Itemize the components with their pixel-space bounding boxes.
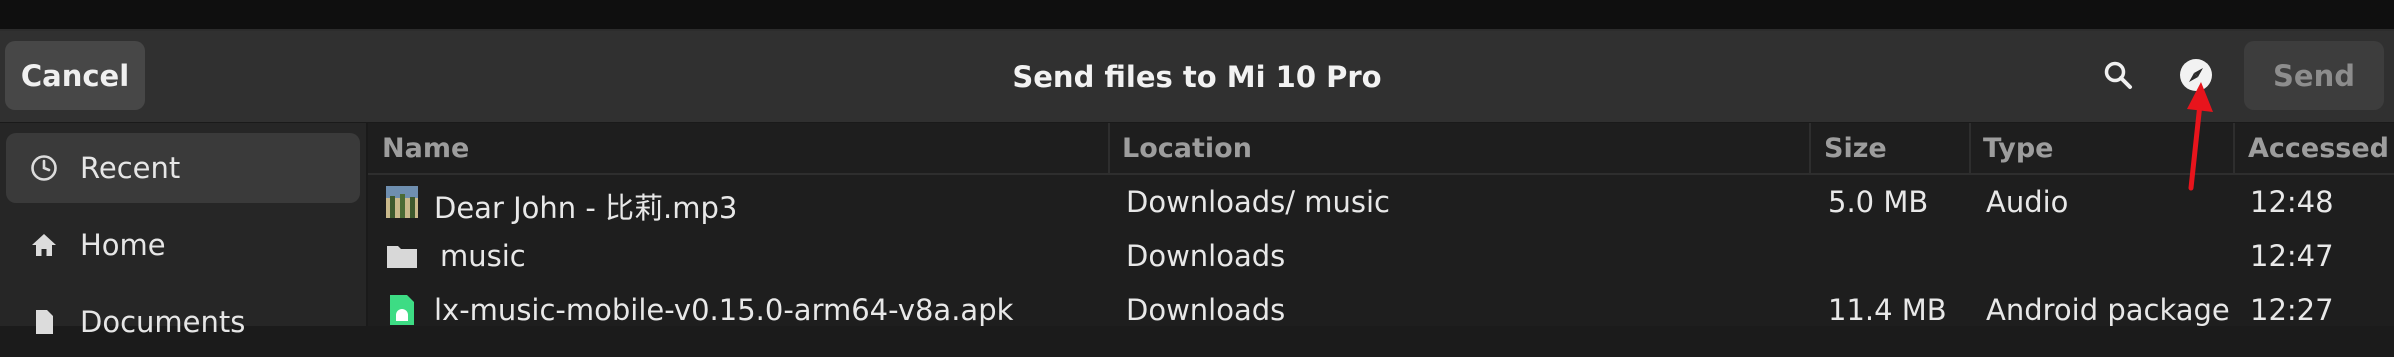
column-header-type[interactable]: Type (1983, 133, 2053, 164)
places-sidebar: Recent Home Documents (0, 123, 368, 339)
dialog-title: Send files to Mi 10 Pro (1012, 59, 1382, 94)
cancel-button[interactable]: Cancel (5, 41, 145, 110)
file-accessed: 12:48 (2250, 185, 2334, 219)
file-name: lx-music-mobile-v0.15.0-arm64-v8a.apk (434, 293, 1014, 327)
file-accessed: 12:47 (2250, 239, 2334, 273)
file-name: music (440, 239, 526, 273)
column-header-size[interactable]: Size (1824, 133, 1887, 164)
file-type: Audio (1986, 185, 2069, 219)
document-icon (30, 308, 58, 336)
file-size: 5.0 MB (1828, 185, 1929, 219)
file-row[interactable]: Dear John - 比莉.mp3 Downloads/ music 5.0 … (368, 175, 2394, 229)
file-location: Downloads (1126, 239, 1286, 273)
column-header-location[interactable]: Location (1122, 133, 1252, 164)
file-size: 11.4 MB (1828, 293, 1947, 327)
folder-icon (387, 246, 417, 268)
file-row[interactable]: lx-music-mobile-v0.15.0-arm64-v8a.apk Do… (368, 283, 2394, 337)
search-icon (2104, 61, 2132, 89)
file-row[interactable]: music Downloads 12:47 (368, 229, 2394, 283)
red-arrow-annotation (2187, 82, 2213, 191)
file-location: Downloads/ music (1126, 185, 1390, 219)
dialog-header: Cancel Send files to Mi 10 Pro Send (0, 31, 2394, 123)
file-location: Downloads (1126, 293, 1286, 327)
column-header-name[interactable]: Name (382, 133, 469, 164)
file-name: Dear John - 比莉.mp3 (434, 191, 738, 225)
sidebar-item-label: Documents (80, 305, 246, 339)
search-button[interactable] (2092, 49, 2144, 101)
send-button[interactable]: Send (2244, 41, 2384, 110)
sidebar-item-documents[interactable]: Documents (6, 287, 360, 357)
sidebar-item-home[interactable]: Home (6, 210, 360, 280)
sidebar-item-recent[interactable]: Recent (6, 133, 360, 203)
album-art-icon (386, 186, 418, 218)
sidebar-item-label: Recent (80, 151, 181, 185)
home-icon (30, 231, 58, 259)
sidebar-item-label: Home (80, 228, 166, 262)
column-header-accessed[interactable]: Accessed (2248, 133, 2389, 164)
window-top-strip (0, 0, 2394, 31)
clock-icon (30, 154, 58, 182)
file-list: Name Location Size Type Accessed Dear Jo… (368, 123, 2394, 327)
file-accessed: 12:27 (2250, 293, 2334, 327)
file-type: Android package (1986, 293, 2230, 327)
column-header-row: Name Location Size Type Accessed (368, 123, 2394, 175)
android-package-icon (390, 295, 414, 325)
